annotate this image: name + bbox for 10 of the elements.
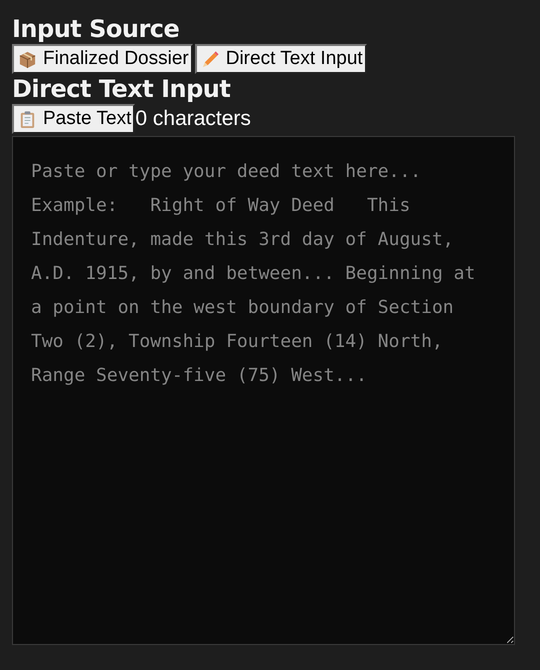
box-icon [18, 50, 37, 68]
section-title: Direct Text Input [12, 74, 232, 104]
deed-text-area[interactable]: Paste or type your deed text here... Example: Right of Way Deed This Indenture, made this 3rd day of August, A.D. 1915, by and between... Beginning at a point on the west boundary of Section Two (2), Township Fourteen (14) North, Range Seventy-five (75) West... [12, 136, 515, 645]
source-button[interactable]: Direct Text Input [194, 44, 367, 74]
character-count: 0 characters [135, 107, 251, 131]
source-button[interactable]: Finalized Dossier [12, 44, 193, 74]
pencil-icon [200, 50, 220, 68]
section-title: Input Source [12, 14, 180, 44]
clipboard-icon [18, 110, 37, 128]
paste-button[interactable]: Paste Text [12, 104, 136, 134]
